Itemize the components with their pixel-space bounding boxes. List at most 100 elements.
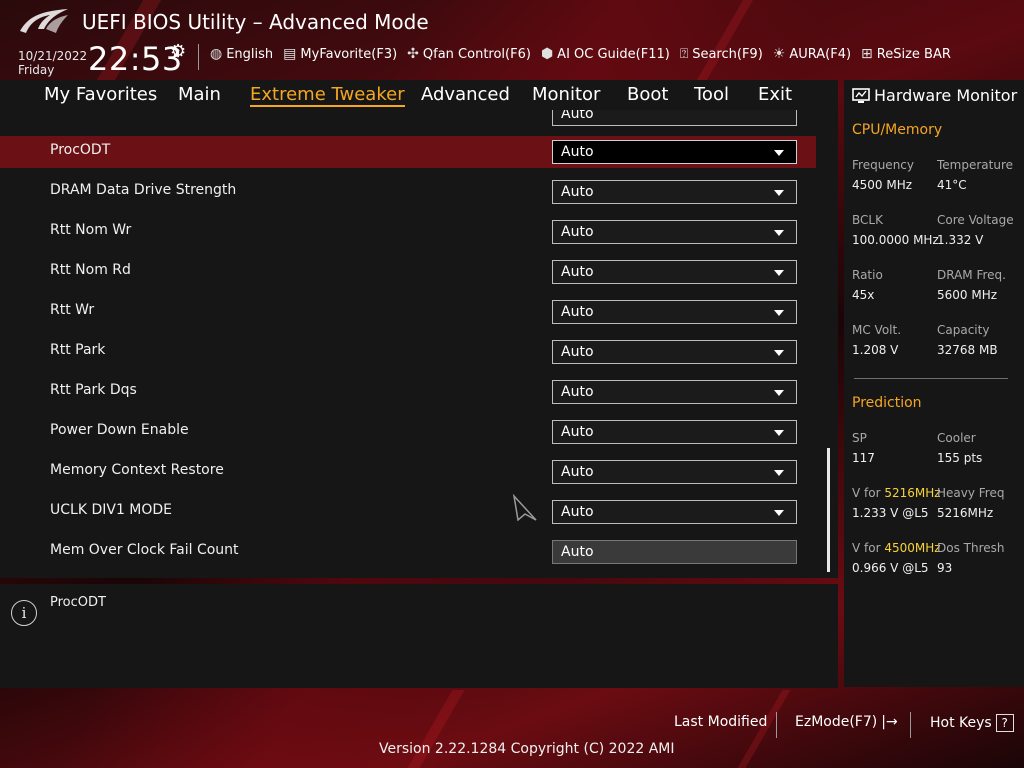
exit-arrow-icon: |→ [881,714,898,730]
header-divider [198,44,199,70]
setting-value: Auto [561,344,594,360]
hw-label: MC Volt. [852,323,902,337]
hw-value: 41°C [937,178,967,192]
prediction-dos-thresh: Dos Thresh 93 [937,541,1024,575]
setting-dropdown[interactable]: Auto [552,460,797,484]
tab-exit[interactable]: Exit [758,84,792,105]
setting-dropdown[interactable]: Auto [552,180,797,204]
ai-oc-guide-button[interactable]: ⬢ AI OC Guide(F11) [541,46,670,62]
hw-value: 155 pts [937,451,983,465]
settings-row-dram-data-drive-strength[interactable]: DRAM Data Drive Strength Auto [0,176,816,208]
settings-row-memory-context-restore[interactable]: Memory Context Restore Auto [0,456,816,488]
tab-extreme-tweaker[interactable]: Extreme Tweaker [250,84,405,107]
search-button[interactable]: ⍰ Search(F9) [680,46,763,62]
help-text: ProcODT [50,595,106,610]
hw-frequency: Frequency 4500 MHz [852,158,942,192]
setting-value: Auto [561,224,594,240]
hw-value: 0.966 V @L5 [852,561,929,575]
setting-label: Rtt Park [50,342,106,358]
setting-dropdown[interactable]: Auto [552,300,797,324]
hw-value: 117 [852,451,875,465]
tab-monitor[interactable]: Monitor [532,84,600,105]
setting-value: Auto [561,264,594,280]
prediction-v-for-4500: V for 4500MHz 0.966 V @L5 [852,541,942,575]
hw-capacity: Capacity 32768 MB [937,323,1024,357]
setting-dropdown[interactable]: Auto [552,420,797,444]
prediction-sp: SP 117 [852,431,942,465]
main-nav: My Favorites Main Extreme Tweaker Advanc… [0,80,838,110]
settings-row-rtt-wr[interactable]: Rtt Wr Auto [0,296,816,328]
hw-label: Ratio [852,268,883,282]
hw-core-voltage: Core Voltage 1.332 V [937,213,1024,247]
hw-label: V for 4500MHz [852,541,942,555]
search-label: Search(F9) [692,46,763,62]
settings-row-rtt-nom-wr[interactable]: Rtt Nom Wr Auto [0,216,816,248]
hw-label: Core Voltage [937,213,1014,227]
tab-tool[interactable]: Tool [694,84,729,105]
language-button[interactable]: ◍ English [210,46,273,62]
hot-keys-button[interactable]: Hot Keys ? [930,714,1014,732]
settings-row-partial[interactable]: Auto [0,110,816,130]
hw-label: Cooler [937,431,976,445]
qfan-control-button[interactable]: ✣ Qfan Control(F6) [407,46,531,62]
setting-label: Rtt Park Dqs [50,382,137,398]
setting-dropdown[interactable]: Auto [552,260,797,284]
settings-row-rtt-park-dqs[interactable]: Rtt Park Dqs Auto [0,376,816,408]
resize-bar-button[interactable]: ⊞ ReSize BAR [861,46,951,62]
aura-button[interactable]: ☀ AURA(F4) [773,46,851,62]
myfavorite-label: MyFavorite(F3) [300,46,398,62]
chevron-down-icon [774,270,784,276]
search-box-icon: ⍰ [679,46,689,62]
hw-mc-volt: MC Volt. 1.208 V [852,323,942,357]
gear-icon[interactable]: ⚙ [170,41,186,62]
setting-dropdown[interactable]: Auto [552,380,797,404]
tab-boot[interactable]: Boot [627,84,668,105]
setting-value: Auto [561,304,594,320]
chevron-down-icon [774,190,784,196]
setting-label: Rtt Wr [50,302,95,318]
chevron-down-icon [774,230,784,236]
setting-label: Rtt Nom Wr [50,222,132,238]
prediction-cooler: Cooler 155 pts [937,431,1024,465]
toolbar: ◍ English ▤ MyFavorite(F3) ✣ Qfan Contro… [210,46,951,62]
chip-icon: ⬢ [540,46,554,62]
tab-advanced[interactable]: Advanced [421,84,510,105]
setting-dropdown[interactable]: Auto [552,140,797,164]
setting-value: Auto [561,144,594,160]
footer-divider [776,712,777,738]
settings-row-power-down-enable[interactable]: Power Down Enable Auto [0,416,816,448]
mouse-cursor-icon [512,494,537,522]
prediction-heavy-freq: Heavy Freq 5216MHz [937,486,1024,520]
help-key-icon: ? [995,714,1014,732]
myfavorite-button[interactable]: ▤ MyFavorite(F3) [283,46,397,62]
setting-dropdown-partial[interactable]: Auto [552,110,797,126]
ezmode-button[interactable]: EzMode(F7) |→ [795,714,898,730]
setting-dropdown[interactable]: Auto [552,340,797,364]
tab-my-favorites[interactable]: My Favorites [44,84,157,105]
settings-row-rtt-nom-rd[interactable]: Rtt Nom Rd Auto [0,256,816,288]
help-panel: i ProcODT [0,584,838,688]
last-modified-button[interactable]: Last Modified [674,714,767,730]
hw-label: DRAM Freq. [937,268,1006,282]
settings-row-rtt-park[interactable]: Rtt Park Auto [0,336,816,368]
tab-main[interactable]: Main [178,84,221,105]
footer-divider [910,712,911,738]
hw-value: 100.0000 MHz [852,233,939,247]
setting-dropdown[interactable]: Auto [552,220,797,244]
hw-label: BCLK [852,213,883,227]
info-icon: i [11,600,37,626]
hw-label: Heavy Freq [937,486,1005,500]
setting-value: Auto [561,544,594,560]
settings-row-uclk-div1-mode[interactable]: UCLK DIV1 MODE Auto [0,496,816,528]
hw-value: 93 [937,561,953,575]
setting-dropdown[interactable]: Auto [552,500,797,524]
settings-row-procodt[interactable]: ProcODT Auto [0,136,816,168]
version-text: Version 2.22.1284 Copyright (C) 2022 AMI [379,741,675,757]
scrollbar[interactable] [827,448,830,572]
hw-value: 45x [852,288,875,302]
chevron-down-icon [774,430,784,436]
hw-value: 1.233 V @L5 [852,506,929,520]
hot-keys-label: Hot Keys [930,715,992,731]
favorite-list-icon: ▤ [283,46,297,62]
app-title: UEFI BIOS Utility – Advanced Mode [82,10,429,34]
